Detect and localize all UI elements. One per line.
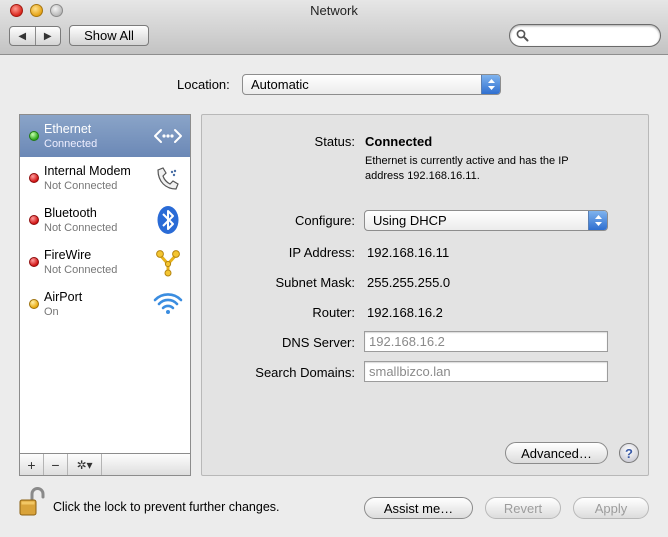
remove-service-button[interactable]: − xyxy=(44,454,68,475)
service-list: Ethernet Connected Internal Modem Not Co… xyxy=(19,114,191,476)
status-dot xyxy=(29,173,39,183)
service-list-controls: + − ✲▾ xyxy=(19,453,191,476)
service-ethernet[interactable]: Ethernet Connected xyxy=(20,115,190,157)
revert-button[interactable]: Revert xyxy=(485,497,561,519)
service-bluetooth[interactable]: Bluetooth Not Connected xyxy=(20,199,190,241)
location-value: Automatic xyxy=(251,77,309,92)
ip-address-label: IP Address: xyxy=(288,245,355,260)
service-status: Connected xyxy=(44,138,98,150)
lock-message: Click the lock to prevent further change… xyxy=(53,500,280,514)
configure-popup[interactable]: Using DHCP xyxy=(364,210,608,231)
add-service-button[interactable]: + xyxy=(20,454,44,475)
subnet-mask-value: 255.255.255.0 xyxy=(367,275,451,290)
status-dot xyxy=(29,131,39,141)
bluetooth-icon xyxy=(157,206,179,234)
search-domains-label: Search Domains: xyxy=(255,365,355,380)
service-internal-modem[interactable]: Internal Modem Not Connected xyxy=(20,157,190,199)
assist-me-button[interactable]: Assist me… xyxy=(364,497,473,519)
status-description: Ethernet is currently active and has the… xyxy=(365,155,569,182)
show-all-button[interactable]: Show All xyxy=(69,25,149,46)
service-status: Not Connected xyxy=(44,180,118,192)
configure-label: Configure: xyxy=(295,213,355,228)
search-input[interactable] xyxy=(532,28,654,43)
firewire-icon xyxy=(156,250,180,277)
dns-server-label: DNS Server: xyxy=(282,335,355,350)
phone-icon xyxy=(157,167,179,190)
wifi-icon xyxy=(153,293,183,314)
service-status: Not Connected xyxy=(44,222,118,234)
service-name: FireWire xyxy=(44,248,92,262)
window-titlebar: Network ◀ ▶ Show All xyxy=(0,0,668,55)
service-name: AirPort xyxy=(44,290,83,304)
status-label: Status: xyxy=(314,134,355,149)
status-dot xyxy=(29,299,39,309)
apply-button[interactable]: Apply xyxy=(573,497,649,519)
service-status: Not Connected xyxy=(44,264,118,276)
search-domains-field[interactable] xyxy=(364,361,608,382)
help-button[interactable]: ? xyxy=(619,443,639,463)
popup-arrows-icon xyxy=(481,75,500,94)
configure-value: Using DHCP xyxy=(373,213,447,228)
subnet-mask-label: Subnet Mask: xyxy=(275,275,356,290)
back-forward-control: ◀ ▶ xyxy=(9,26,61,46)
back-arrow-icon[interactable]: ◀ xyxy=(10,27,35,45)
window-title: Network xyxy=(310,3,358,18)
lock-icon[interactable] xyxy=(17,486,47,518)
search-icon xyxy=(516,29,529,42)
service-name: Internal Modem xyxy=(44,164,131,178)
router-label: Router: xyxy=(312,305,355,320)
advanced-button[interactable]: Advanced… xyxy=(505,442,608,464)
service-name: Bluetooth xyxy=(44,206,97,220)
location-label: Location: xyxy=(177,77,230,92)
dns-server-field[interactable] xyxy=(364,331,608,352)
status-dot xyxy=(29,257,39,267)
ethernet-icon xyxy=(154,129,182,143)
location-popup[interactable]: Automatic xyxy=(242,74,501,95)
status-value: Connected xyxy=(365,134,433,149)
gear-icon[interactable]: ✲▾ xyxy=(68,454,102,475)
service-status: On xyxy=(44,306,59,318)
status-dot xyxy=(29,215,39,225)
forward-arrow-icon[interactable]: ▶ xyxy=(34,27,61,45)
service-firewire[interactable]: FireWire Not Connected xyxy=(20,241,190,283)
router-value: 192.168.16.2 xyxy=(367,305,443,320)
service-airport[interactable]: AirPort On xyxy=(20,283,190,325)
service-name: Ethernet xyxy=(44,122,92,136)
ip-address-value: 192.168.16.11 xyxy=(367,245,450,260)
popup-arrows-icon xyxy=(588,211,607,230)
search-field[interactable] xyxy=(509,24,661,47)
